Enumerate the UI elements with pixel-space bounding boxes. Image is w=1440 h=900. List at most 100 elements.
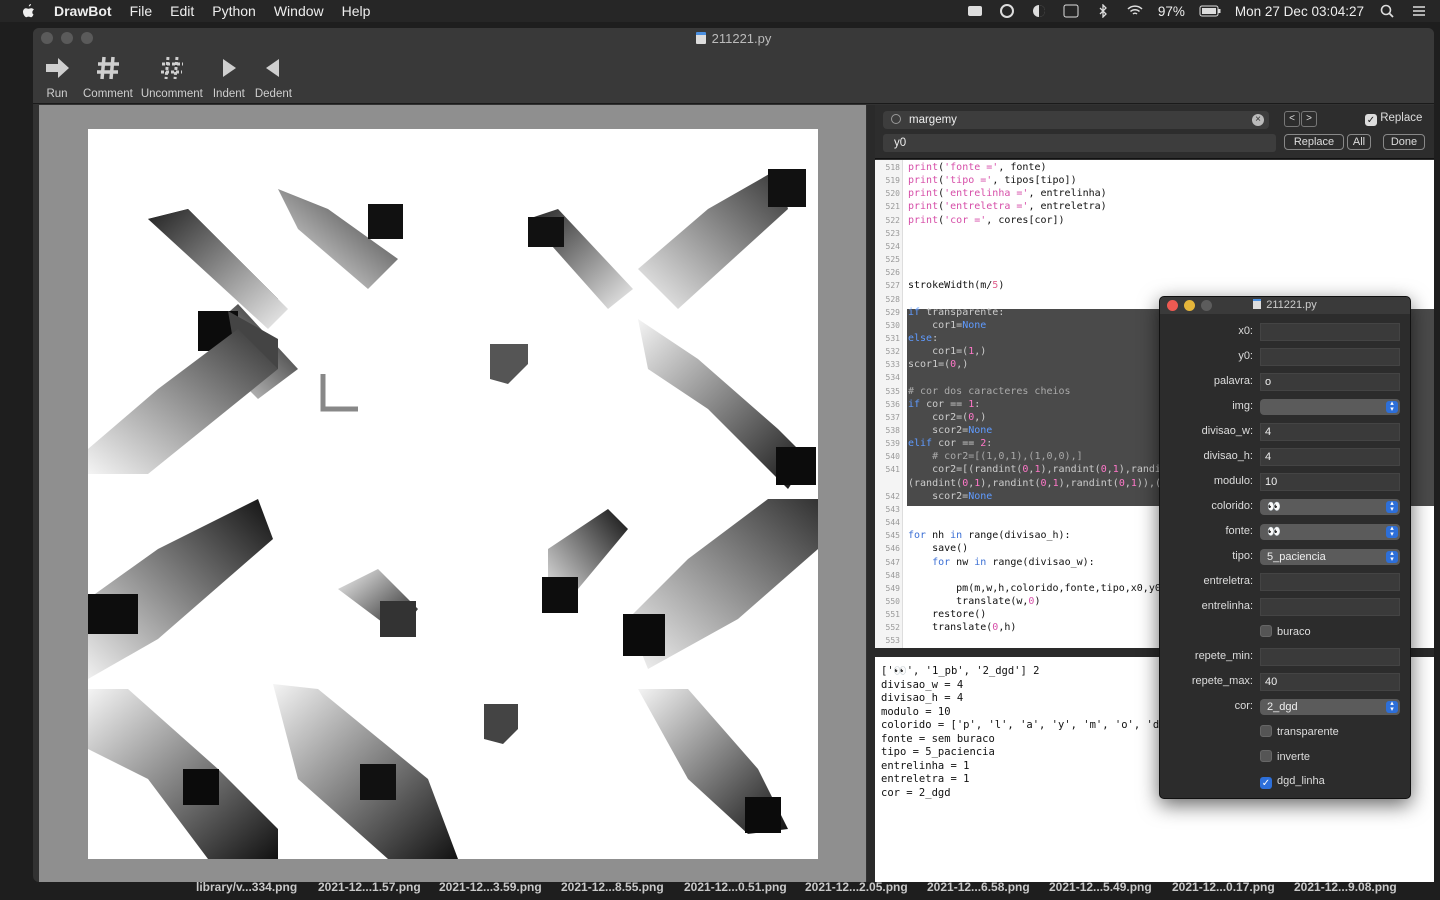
desktop-file-label[interactable]: 2021-12...5.49.png <box>1049 880 1152 894</box>
clock[interactable]: Mon 27 Dec 03:04:27 <box>1235 4 1364 19</box>
variable-input[interactable]: 40 <box>1260 673 1400 691</box>
desktop-file-label[interactable]: 2021-12...6.58.png <box>927 880 1030 894</box>
code-line[interactable]: 526 <box>875 266 1434 279</box>
checkbox-box[interactable] <box>1260 625 1272 637</box>
spotlight-search-icon[interactable] <box>1378 4 1396 18</box>
status-app-icon[interactable] <box>966 4 984 18</box>
desktop-file-label[interactable]: library/v...334.png <box>196 880 297 894</box>
creative-cloud-icon[interactable] <box>998 4 1016 18</box>
battery-percent: 97% <box>1157 3 1185 19</box>
code-line[interactable]: 520 print('entrelinha =', entrelinha) <box>875 187 1434 200</box>
checkbox-box[interactable] <box>1260 750 1272 762</box>
code-line[interactable]: 523 <box>875 227 1434 240</box>
variable-input[interactable]: 4 <box>1260 448 1400 466</box>
clear-search-icon[interactable]: × <box>1252 114 1264 126</box>
variable-checkbox[interactable]: inverte <box>1260 750 1310 763</box>
variable-popup[interactable]: 5_paciencia ▴ ▾ <box>1260 549 1400 565</box>
variable-row: modulo: 10 <box>1160 473 1410 491</box>
replace-checkbox[interactable]: ✓ <box>1365 114 1377 126</box>
variable-input[interactable]: o <box>1260 373 1400 391</box>
code-line[interactable]: 525 <box>875 253 1434 266</box>
uncomment-button[interactable]: Uncomment <box>141 54 203 100</box>
popup-arrows-icon: ▴ ▾ <box>1386 550 1398 563</box>
variable-popup[interactable]: 👀 ▴ ▾ <box>1260 499 1400 515</box>
variable-checkbox[interactable]: buraco <box>1260 625 1311 638</box>
variable-popup[interactable]: ▴ ▾ <box>1260 399 1400 415</box>
variable-row: colorido: 👀 ▴ ▾ <box>1160 498 1410 516</box>
desktop-file-label[interactable]: 2021-12...2.05.png <box>805 880 908 894</box>
wifi-icon[interactable] <box>1126 4 1144 18</box>
app-menu[interactable]: DrawBot <box>54 3 112 19</box>
control-center-icon[interactable] <box>1410 4 1428 18</box>
variable-input[interactable] <box>1260 648 1400 666</box>
desktop-file-label[interactable]: 2021-12...1.57.png <box>318 880 421 894</box>
line-number: 536 <box>885 399 900 409</box>
uncomment-icon <box>160 56 183 80</box>
panel-close-button[interactable] <box>1167 300 1178 311</box>
menu-help[interactable]: Help <box>342 3 371 19</box>
battery-icon[interactable] <box>1199 4 1221 18</box>
toolbar: Run Comment Uncomment Indent Dedent <box>39 54 292 100</box>
desktop-file-label[interactable]: 2021-12...9.08.png <box>1294 880 1397 894</box>
panel-window-controls <box>1167 300 1212 311</box>
variable-input[interactable] <box>1260 348 1400 366</box>
replace-button[interactable]: Replace <box>1284 134 1344 150</box>
variable-input[interactable] <box>1260 573 1400 591</box>
drawing-canvas[interactable] <box>88 129 818 859</box>
done-button[interactable]: Done <box>1383 134 1425 150</box>
variable-checkbox[interactable]: ✓ dgd_linha <box>1260 775 1325 789</box>
replace-toggle[interactable]: ✓ Replace <box>1365 112 1422 126</box>
run-button[interactable]: Run <box>39 54 75 100</box>
menu-python[interactable]: Python <box>212 3 256 19</box>
replace-all-button[interactable]: All <box>1347 134 1371 150</box>
calendar-icon[interactable] <box>1062 4 1080 18</box>
dark-mode-icon[interactable] <box>1030 4 1048 18</box>
apple-icon[interactable] <box>20 3 36 19</box>
desktop-file-label[interactable]: 2021-12...0.17.png <box>1172 880 1275 894</box>
replace-field[interactable]: y0 <box>883 134 1276 152</box>
desktop-file-label[interactable]: 2021-12...3.59.png <box>439 880 542 894</box>
find-next-button[interactable]: > <box>1301 111 1317 127</box>
bluetooth-icon[interactable] <box>1094 4 1112 18</box>
code-line[interactable]: 524 <box>875 240 1434 253</box>
panel-minimize-button[interactable] <box>1184 300 1195 311</box>
dedent-button[interactable]: Dedent <box>255 54 292 100</box>
comment-button[interactable]: Comment <box>83 54 133 100</box>
find-previous-button[interactable]: < <box>1284 111 1300 127</box>
checkbox-box[interactable]: ✓ <box>1260 777 1272 789</box>
menu-edit[interactable]: Edit <box>170 3 194 19</box>
code-line[interactable]: 522 print('cor =', cores[cor]) <box>875 214 1434 227</box>
variable-label: cor: <box>1234 700 1253 712</box>
variable-input[interactable]: 10 <box>1260 473 1400 491</box>
indent-button[interactable]: Indent <box>211 54 247 100</box>
variable-input[interactable] <box>1260 598 1400 616</box>
line-number: 523 <box>885 228 900 238</box>
find-field[interactable]: margemy × <box>883 111 1269 129</box>
line-number: 527 <box>885 281 900 291</box>
canvas-pane[interactable] <box>39 105 866 882</box>
menu-file[interactable]: File <box>130 3 153 19</box>
code-line[interactable]: 519 print('tipo =', tipos[tipo]) <box>875 174 1434 187</box>
code-text: print('cor =', cores[cor]) <box>908 214 1065 226</box>
code-line[interactable]: 521 print('entreletra =', entreletra) <box>875 200 1434 213</box>
menu-window[interactable]: Window <box>274 3 324 19</box>
indent-icon <box>222 59 236 77</box>
checkbox-box[interactable] <box>1260 725 1272 737</box>
variable-row: divisao_w: 4 <box>1160 423 1410 441</box>
find-replace-bar: margemy × < > ✓ Replace y0 Replace All D… <box>875 105 1434 159</box>
desktop-file-label[interactable]: 2021-12...8.55.png <box>561 880 664 894</box>
variable-row: entreletra: <box>1160 573 1410 591</box>
menu-bar: DrawBot File Edit Python Window Help 97%… <box>0 0 1440 22</box>
panel-zoom-button[interactable] <box>1201 300 1212 311</box>
code-line[interactable]: 518 print('fonte =', fonte) <box>875 161 1434 174</box>
line-number: 539 <box>885 439 900 449</box>
checkbox-label: dgd_linha <box>1277 775 1325 787</box>
variable-checkbox[interactable]: transparente <box>1260 725 1339 738</box>
code-line[interactable]: 527 strokeWidth(m/5) <box>875 279 1434 292</box>
variable-label: palavra: <box>1213 375 1253 387</box>
variable-input[interactable]: 4 <box>1260 423 1400 441</box>
desktop-file-label[interactable]: 2021-12...0.51.png <box>684 880 787 894</box>
variable-popup[interactable]: 2_dgd ▴ ▾ <box>1260 699 1400 715</box>
variable-input[interactable] <box>1260 323 1400 341</box>
variable-popup[interactable]: 👀 ▴ ▾ <box>1260 524 1400 540</box>
